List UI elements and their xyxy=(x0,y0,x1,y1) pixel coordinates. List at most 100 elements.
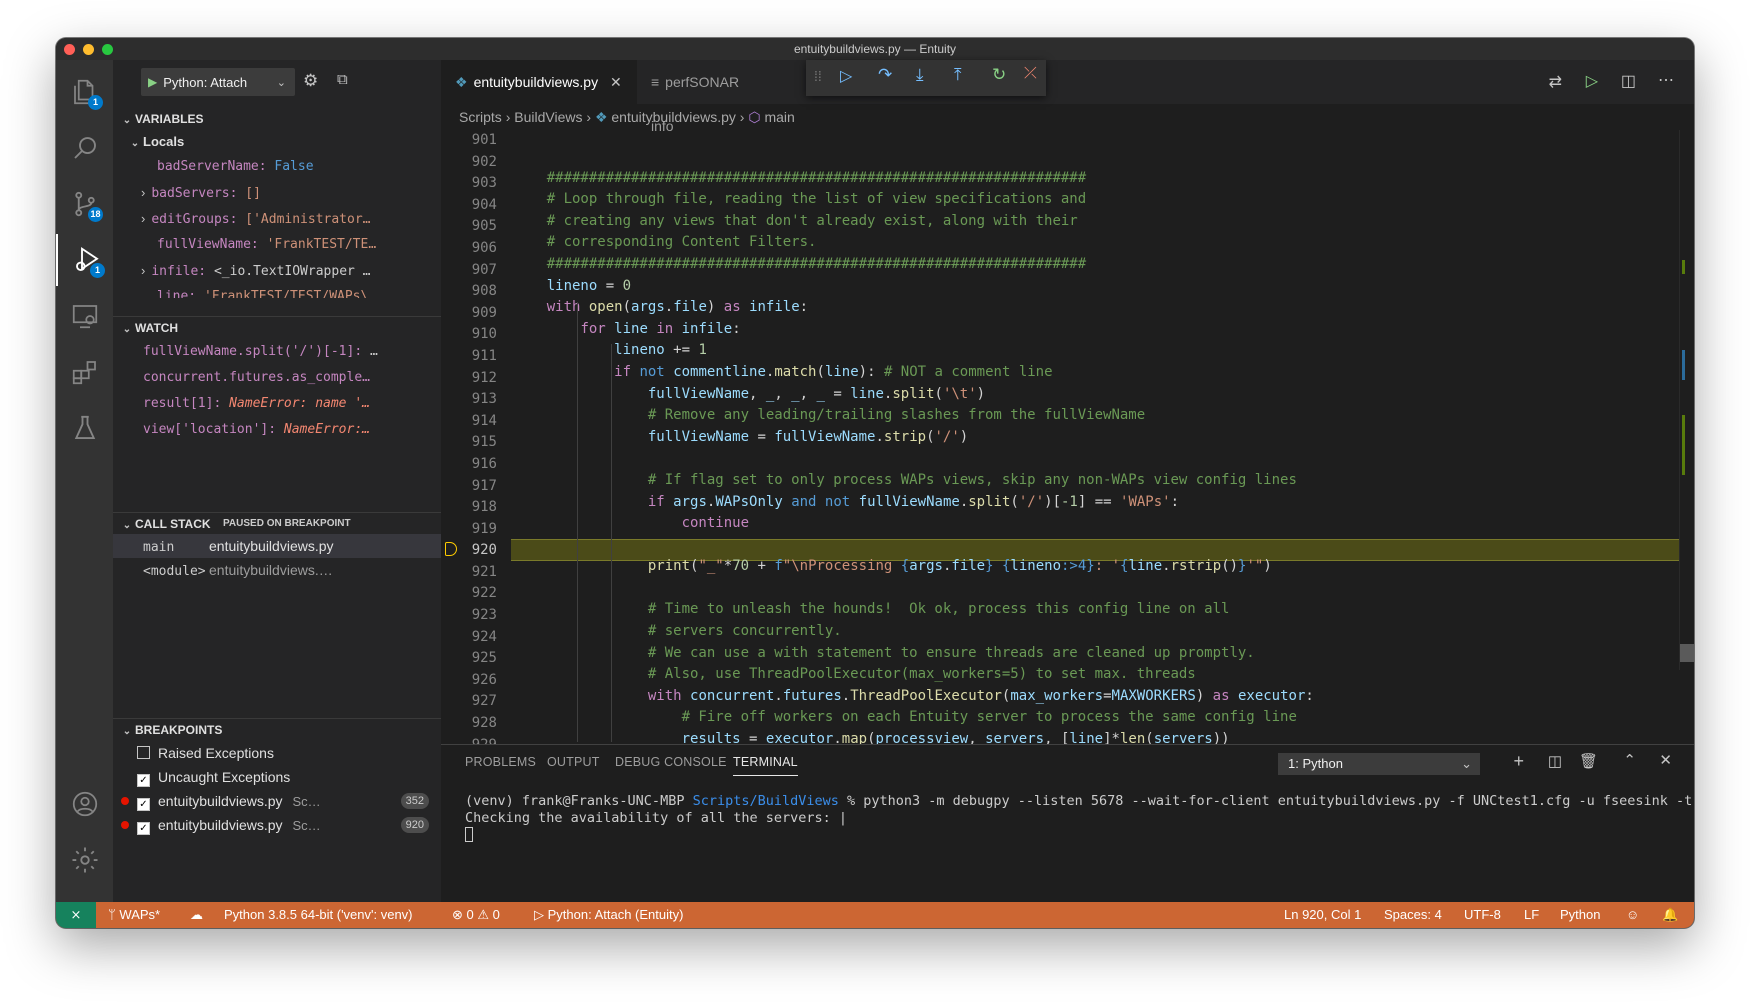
compare-changes-icon[interactable]: ⇄ xyxy=(1549,72,1562,92)
settings-gear-icon[interactable] xyxy=(56,834,113,886)
remote-explorer-icon[interactable] xyxy=(56,290,113,342)
breadcrumb-file[interactable]: entuitybuildviews.py xyxy=(611,109,736,125)
restart-icon[interactable]: ↻ xyxy=(992,65,1006,85)
extensions-icon[interactable] xyxy=(56,346,113,398)
python-interpreter[interactable]: Python 3.8.5 64-bit ('venv': venv) xyxy=(224,902,413,928)
callstack-frame[interactable]: <module> entuitybuildviews.… xyxy=(113,558,441,582)
warning-icon: ⚠ xyxy=(477,907,493,922)
encoding[interactable]: UTF-8 xyxy=(1464,902,1501,928)
chevron-right-icon[interactable]: › xyxy=(141,185,145,200)
variable-row[interactable]: › badServers: [] xyxy=(113,180,441,206)
problems-indicator[interactable]: ⊗ 0 ⚠ 0 xyxy=(452,902,500,928)
debug-target[interactable]: ▷ Python: Attach (Entuity) xyxy=(534,902,683,928)
run-debug-icon[interactable]: 1 xyxy=(56,234,115,286)
cursor-position[interactable]: Ln 920, Col 1 xyxy=(1284,902,1361,928)
run-file-icon[interactable]: ▷ xyxy=(1586,71,1598,91)
tab-terminal[interactable]: TERMINAL xyxy=(733,755,798,776)
close-window-button[interactable] xyxy=(64,44,75,55)
tab-output[interactable]: OUTPUT xyxy=(547,755,600,769)
language-mode[interactable]: Python xyxy=(1560,902,1600,928)
callstack-frame[interactable]: main entuitybuildviews.py xyxy=(113,534,441,558)
source-control-icon[interactable]: 18 xyxy=(56,178,113,230)
watch-row[interactable]: result[1]: NameError: name '… xyxy=(113,391,441,417)
locals-scope[interactable]: ⌄ Locals xyxy=(113,131,441,153)
variable-row[interactable]: line: 'FrankTEST/TEST/WAPs\… xyxy=(113,284,441,298)
end-of-line[interactable]: LF xyxy=(1524,902,1539,928)
chevron-right-icon[interactable]: › xyxy=(141,211,145,226)
disconnect-icon[interactable]: ⤫ xyxy=(1024,65,1037,83)
debug-settings-gear-icon[interactable]: ⚙ xyxy=(303,71,318,91)
indentation[interactable]: Spaces: 4 xyxy=(1384,902,1442,928)
tab-entuitybuildviews[interactable]: ❖ entuitybuildviews.py ✕ xyxy=(441,60,637,104)
breadcrumb-symbol[interactable]: main xyxy=(764,109,794,125)
terminal-output[interactable]: (venv) frank@Franks-UNC-MBP Scripts/Buil… xyxy=(465,793,1692,842)
watch-row[interactable]: concurrent.futures.as_comple… xyxy=(113,365,441,391)
variables-header[interactable]: ⌄ VARIABLES xyxy=(113,108,441,130)
indent-guide xyxy=(611,344,612,742)
zoom-window-button[interactable] xyxy=(102,44,113,55)
breakpoint-item[interactable]: ✓ entuitybuildviews.py Sc… 352 xyxy=(113,789,441,813)
notifications-bell-icon[interactable]: 🔔 xyxy=(1662,902,1678,928)
continue-icon[interactable]: ▷ xyxy=(840,66,852,86)
drag-handle-icon[interactable]: ⁞⁞ xyxy=(814,68,822,84)
step-into-icon[interactable]: ⤓ xyxy=(916,65,924,85)
breakpoint-checkbox[interactable]: ✓ xyxy=(137,822,150,835)
debug-console-icon[interactable]: ⧉ xyxy=(337,71,348,88)
sync-icon[interactable]: ☁ xyxy=(190,902,203,928)
new-terminal-icon[interactable]: + xyxy=(1513,751,1524,772)
breakpoint-item[interactable]: ✓ Uncaught Exceptions xyxy=(113,765,441,789)
breakpoint-checkbox[interactable] xyxy=(137,746,150,759)
breakpoint-checkbox[interactable]: ✓ xyxy=(137,774,150,787)
trash-icon[interactable]: 🗑 xyxy=(1579,752,1598,770)
editor-scrollbar[interactable] xyxy=(1679,130,1694,670)
breakpoint-item[interactable]: Raised Exceptions xyxy=(113,741,441,765)
close-tab-icon[interactable]: ✕ xyxy=(610,74,622,90)
variable-name: infile: xyxy=(151,264,207,279)
tab-perfsonar-info[interactable]: ≡ perfSONAR info xyxy=(637,60,775,134)
breakpoint-item[interactable]: ✓ entuitybuildviews.py Sc… 920 xyxy=(113,813,441,837)
variable-row[interactable]: › editGroups: ['Administrator… xyxy=(113,206,441,232)
tab-problems[interactable]: PROBLEMS xyxy=(465,755,536,769)
watch-header[interactable]: ⌄ WATCH xyxy=(113,316,441,339)
tab-debug-console[interactable]: DEBUG CONSOLE xyxy=(615,755,727,769)
code-editor[interactable]: ########################################… xyxy=(513,130,1674,783)
terminal-select[interactable]: 1: Python ⌄ xyxy=(1278,753,1480,775)
feedback-icon[interactable]: ☺ xyxy=(1626,902,1639,928)
breakpoint-dot-icon xyxy=(121,797,129,805)
branch-indicator[interactable]: ᛘ WAPs* xyxy=(108,902,160,928)
breadcrumb-scripts[interactable]: Scripts xyxy=(459,109,502,125)
start-debug-icon[interactable]: ▶ xyxy=(148,75,157,89)
accounts-icon[interactable] xyxy=(56,778,113,830)
explorer-icon[interactable]: 1 xyxy=(56,66,113,118)
remote-indicator[interactable]: ⨯ xyxy=(56,902,96,928)
line-number: 910 xyxy=(471,326,497,343)
variable-row[interactable]: › infile: <_io.TextIOWrapper … xyxy=(113,258,441,284)
breakpoint-checkbox[interactable]: ✓ xyxy=(137,798,150,811)
chevron-right-icon[interactable]: › xyxy=(141,263,145,278)
explorer-badge: 1 xyxy=(88,95,103,110)
debug-config-select[interactable]: ▶ Python: Attach ⌄ xyxy=(141,68,295,96)
callstack-title: CALL STACK xyxy=(135,517,211,531)
callstack-list: main entuitybuildviews.py <module> entuityb… xyxy=(113,534,441,582)
close-panel-icon[interactable]: ✕ xyxy=(1659,751,1672,769)
terminal-select-label: 1: Python xyxy=(1288,756,1343,771)
watch-row[interactable]: view['location']: NameError:… xyxy=(113,417,441,443)
breadcrumb-buildviews[interactable]: BuildViews xyxy=(514,109,582,125)
python-file-icon: ❖ xyxy=(455,74,468,90)
more-actions-icon[interactable]: ⋯ xyxy=(1658,70,1674,90)
breakpoints-header[interactable]: ⌄ BREAKPOINTS xyxy=(113,718,441,741)
testing-icon[interactable] xyxy=(56,402,113,454)
callstack-header[interactable]: ⌄ CALL STACK PAUSED ON BREAKPOINT xyxy=(113,512,441,535)
scrollbar-thumb[interactable] xyxy=(1680,644,1694,662)
minimize-window-button[interactable] xyxy=(83,44,94,55)
variable-row[interactable]: fullViewName: 'FrankTEST/TE… xyxy=(113,232,441,258)
step-over-icon[interactable]: ↷ xyxy=(878,65,892,85)
watch-row[interactable]: fullViewName.split('/')[-1]: … xyxy=(113,339,441,365)
variable-row[interactable]: badServerName: False xyxy=(113,154,441,180)
search-icon[interactable] xyxy=(56,122,113,174)
maximize-panel-icon[interactable]: ⌃ xyxy=(1623,751,1636,769)
split-terminal-icon[interactable]: ◫ xyxy=(1548,752,1562,770)
split-editor-icon[interactable]: ◫ xyxy=(1621,71,1636,91)
step-out-icon[interactable]: ⤒ xyxy=(954,65,962,85)
terminal-prompt: (venv) frank@Franks-UNC-MBP xyxy=(465,793,693,809)
